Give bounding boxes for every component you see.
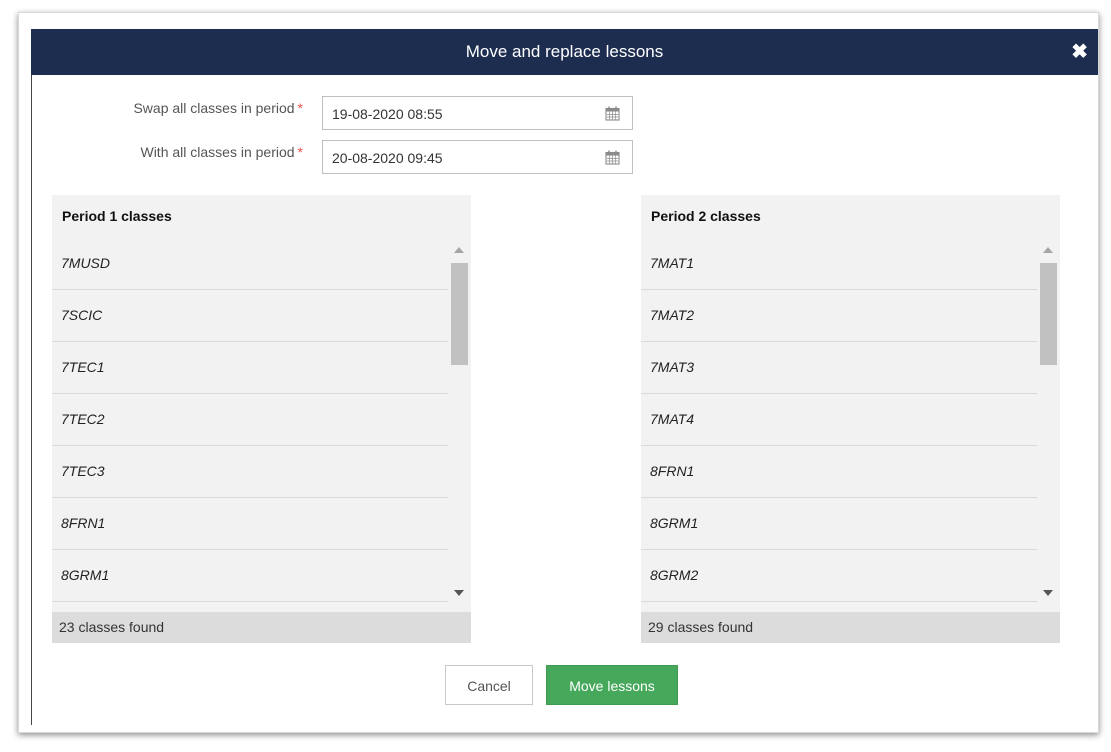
swap-period-input[interactable]: 19-08-2020 08:55 [322,96,633,130]
swap-period-value: 19-08-2020 08:55 [332,106,443,122]
period2-panel: Period 2 classes 7MAT1 7MAT2 7MAT3 7MAT4… [641,195,1060,643]
period1-panel: Period 1 classes 7MUSD 7SCIC 7TEC1 7TEC2… [52,195,471,643]
close-icon[interactable]: ✖ [1071,29,1088,75]
required-marker: * [297,144,303,160]
list-item[interactable]: 7MAT3 [641,342,1037,394]
scroll-down-icon[interactable] [454,590,464,596]
required-marker: * [297,100,303,116]
period2-header: Period 2 classes [651,208,761,224]
list-item[interactable]: 7TEC2 [52,394,448,446]
period1-count: 23 classes found [52,612,471,643]
swap-period-label-text: Swap all classes in period [133,100,295,116]
dialog-left-border [31,75,32,725]
list-item[interactable]: 8GRM2 [641,550,1037,602]
period2-scrollbar[interactable] [1037,238,1060,602]
with-period-label: With all classes in period * [103,144,303,160]
period1-list[interactable]: 7MUSD 7SCIC 7TEC1 7TEC2 7TEC3 8FRN1 8GRM… [52,238,448,602]
period2-count: 29 classes found [641,612,1060,643]
list-item[interactable]: 7SCIC [52,290,448,342]
list-item[interactable]: 7MAT4 [641,394,1037,446]
dialog-frame: Move and replace lessons ✖ Swap all clas… [18,12,1099,733]
with-period-value: 20-08-2020 09:45 [332,150,443,166]
period1-scrollbar[interactable] [448,238,471,602]
list-item[interactable]: 7TEC3 [52,446,448,498]
with-period-label-text: With all classes in period [140,144,295,160]
calendar-icon[interactable] [605,106,620,121]
list-item[interactable]: 8FRN1 [52,498,448,550]
scroll-thumb[interactable] [451,263,468,365]
calendar-icon[interactable] [605,150,620,165]
list-item[interactable]: 7MAT2 [641,290,1037,342]
with-period-input[interactable]: 20-08-2020 09:45 [322,140,633,174]
dialog-title: Move and replace lessons [465,42,664,61]
period1-header: Period 1 classes [62,208,172,224]
period2-list[interactable]: 7MAT1 7MAT2 7MAT3 7MAT4 8FRN1 8GRM1 8GRM… [641,238,1037,602]
scroll-thumb[interactable] [1040,263,1057,365]
list-item[interactable]: 8FRN1 [641,446,1037,498]
scroll-down-icon[interactable] [1043,590,1053,596]
move-lessons-button[interactable]: Move lessons [546,665,678,705]
list-item[interactable]: 8GRM1 [52,550,448,602]
dialog-titlebar: Move and replace lessons ✖ [31,29,1098,75]
list-item[interactable]: 7TEC1 [52,342,448,394]
list-item[interactable]: 8GRM1 [641,498,1037,550]
swap-period-label: Swap all classes in period * [103,100,303,116]
scroll-up-icon[interactable] [454,247,464,253]
cancel-button[interactable]: Cancel [445,665,533,705]
list-item[interactable]: 7MAT1 [641,238,1037,290]
scroll-up-icon[interactable] [1043,247,1053,253]
list-item[interactable]: 7MUSD [52,238,448,290]
